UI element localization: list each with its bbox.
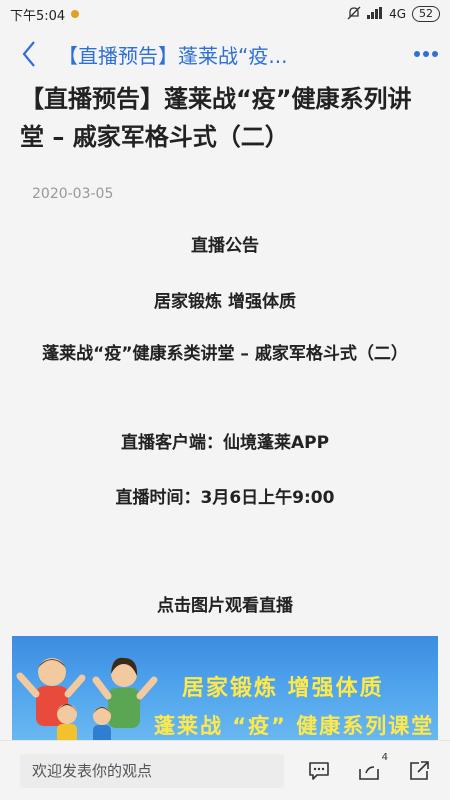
comments-button[interactable] (306, 758, 332, 784)
banner-series-title: 蓬莱战 “疫” 健康系列课堂 (154, 714, 435, 738)
paragraph-slogan: 居家锻炼 增强体质 (154, 292, 296, 312)
paragraph-client: 直播客户端：仙境蓬莱APP (120, 433, 330, 453)
live-stream-banner[interactable]: 居家锻炼 增强体质 蓬莱战 “疫” 健康系列课堂 (12, 636, 438, 740)
article-title: 【直播预告】蓬莱战“疫”健康系列讲堂 – 戚家军格斗式（二） (20, 85, 412, 151)
status-time: 下午5:04 (10, 8, 66, 24)
nav-bar: 【直播预告】蓬莱战“疫... (0, 28, 450, 80)
chevron-left-icon (22, 41, 35, 67)
battery-indicator: 52 (412, 6, 440, 22)
network-type: 4G (389, 7, 406, 21)
article-date: 2020-03-05 (32, 186, 114, 202)
share-external-icon (410, 760, 429, 780)
more-options-button[interactable] (402, 28, 450, 80)
forward-icon (359, 765, 379, 780)
comment-bar: 4 (0, 740, 450, 800)
mute-icon (347, 6, 361, 23)
paragraph-time: 直播时间：3月6日上午9:00 (115, 488, 335, 508)
comment-icon (309, 761, 329, 780)
back-button[interactable] (0, 28, 58, 80)
article-content: 【直播预告】蓬莱战“疫”健康系列讲堂 – 戚家军格斗式（二） 2020-03-0… (0, 80, 450, 740)
nav-title: 【直播预告】蓬莱战“疫... (58, 43, 288, 68)
banner-slogan: 居家锻炼 增强体质 (182, 676, 384, 701)
family-exercise-illustration (16, 657, 158, 740)
paragraph-announcement: 直播公告 (191, 236, 259, 256)
status-bar: 下午5:04 4G 52 (0, 0, 450, 28)
share-button[interactable] (406, 758, 432, 784)
more-dots-icon (414, 51, 438, 57)
share-count: 4 (381, 751, 388, 763)
paragraph-click-hint: 点击图片观看直播 (157, 596, 293, 616)
forward-button[interactable]: 4 (356, 752, 388, 784)
signal-icon (367, 6, 383, 22)
notification-dot-icon (71, 10, 80, 18)
paragraph-lecture-title: 蓬莱战“疫”健康系类讲堂 – 戚家军格斗式（二） (42, 344, 408, 364)
comment-input[interactable] (20, 753, 284, 788)
